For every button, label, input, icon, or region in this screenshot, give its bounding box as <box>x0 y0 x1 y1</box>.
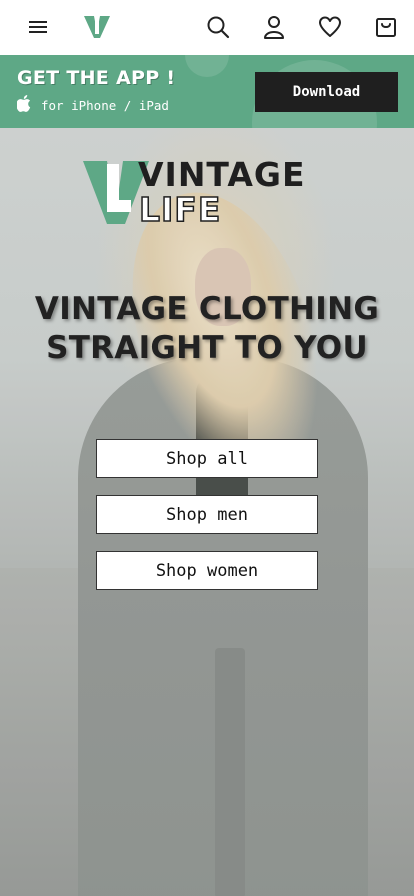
hero-headline-line1: VINTAGE CLOTHING <box>34 291 380 327</box>
hero-headline: VINTAGE CLOTHING STRAIGHT TO YOU <box>0 290 414 368</box>
apple-icon <box>16 95 33 116</box>
vintage-v-logo-icon[interactable] <box>84 14 110 40</box>
heart-icon[interactable] <box>317 14 343 40</box>
shop-all-button[interactable]: Shop all <box>96 439 318 478</box>
app-banner-subtitle-row: for iPhone / iPad <box>16 95 169 116</box>
hamburger-icon[interactable] <box>25 14 51 40</box>
brand-logo[interactable]: VINTAGE LIFE <box>83 155 333 229</box>
brand-logo-top-text: VINTAGE <box>138 155 306 194</box>
search-icon[interactable] <box>205 14 231 40</box>
hero-headline-line2: STRAIGHT TO YOU <box>46 330 368 366</box>
brand-logo-bottom-text: LIFE <box>138 190 222 229</box>
download-app-button[interactable]: Download <box>255 72 398 112</box>
app-download-banner: GET THE APP ! for iPhone / iPad Download <box>0 55 414 128</box>
app-banner-subtitle: for iPhone / iPad <box>41 98 169 113</box>
top-header <box>0 0 414 55</box>
shop-men-button[interactable]: Shop men <box>96 495 318 534</box>
app-banner-title: GET THE APP ! <box>17 67 176 89</box>
shopping-bag-icon[interactable] <box>373 14 399 40</box>
user-icon[interactable] <box>261 14 287 40</box>
shop-women-button[interactable]: Shop women <box>96 551 318 590</box>
decor-bubble <box>185 55 229 77</box>
